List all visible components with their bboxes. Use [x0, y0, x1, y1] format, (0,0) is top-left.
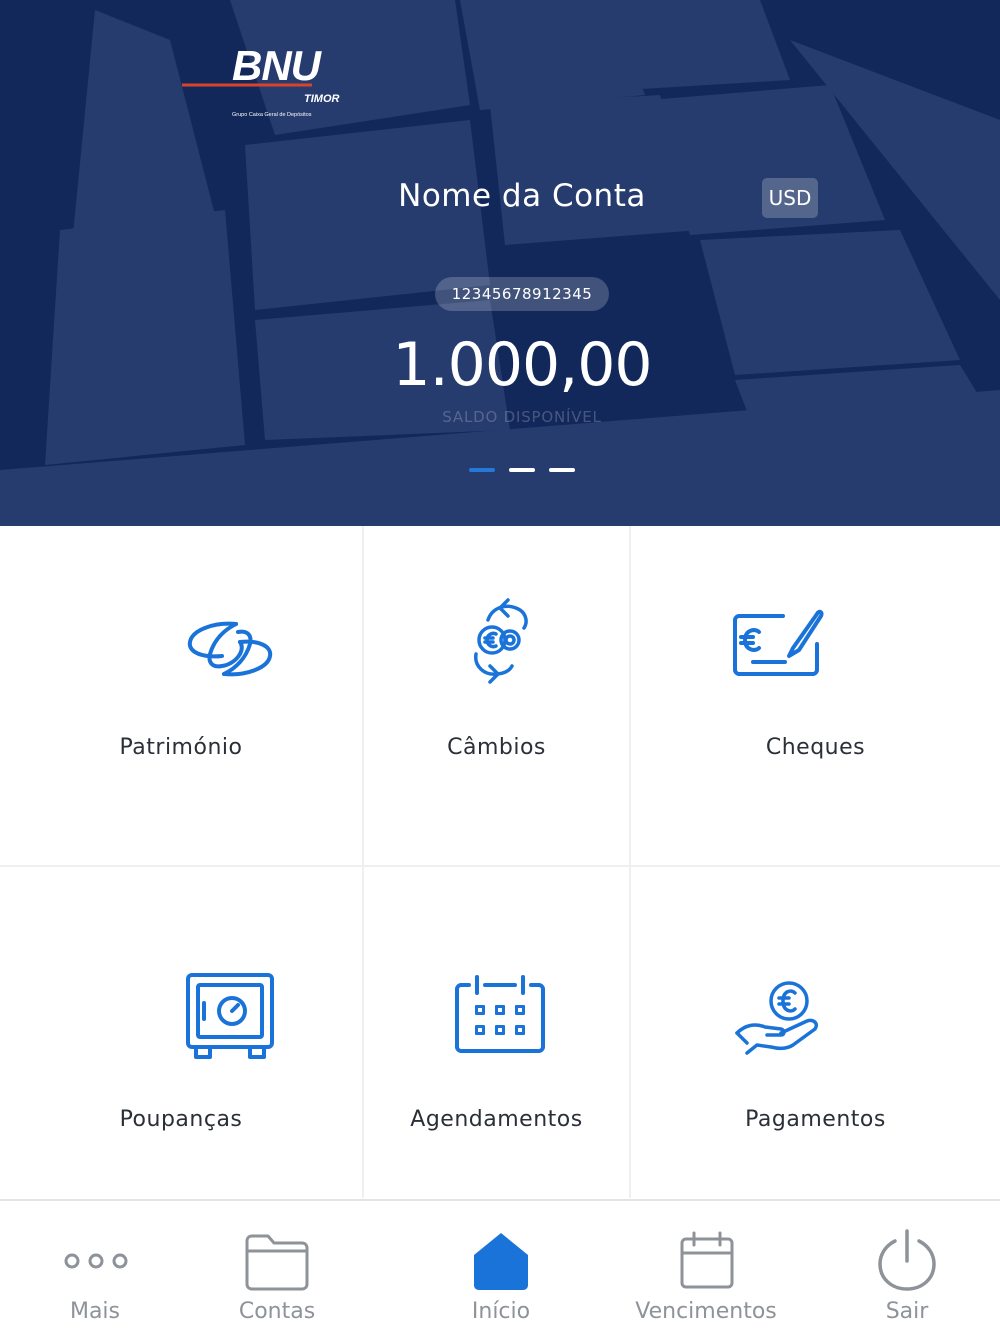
pager-dot[interactable]: [509, 468, 535, 472]
tile-label: Cheques: [765, 735, 866, 760]
quick-actions-grid: Património Câmbios Cheques Poupanças Age…: [0, 526, 1000, 1200]
tile-label: Poupanças: [119, 1107, 243, 1132]
tab-label: Mais: [69, 1299, 121, 1324]
bottom-tab-bar: Mais Contas Início Vencimentos Sair: [0, 1199, 1000, 1334]
account-carousel-pager[interactable]: [469, 468, 575, 472]
tile-pagamentos[interactable]: Pagamentos: [631, 867, 1000, 1198]
exchange-icon: [474, 598, 528, 684]
svg-text:TIMOR: TIMOR: [304, 93, 339, 105]
patrimony-icon: [187, 621, 273, 677]
tile-cheques[interactable]: Cheques: [631, 526, 1000, 865]
tab-label: Contas: [238, 1299, 316, 1324]
tab-label: Sair: [885, 1299, 929, 1324]
balance-label: SALDO DISPONÍVEL: [442, 408, 602, 426]
tile-label: Pagamentos: [745, 1107, 886, 1132]
account-name: Nome da Conta: [398, 178, 646, 214]
tile-cambios[interactable]: Câmbios: [364, 526, 629, 865]
tab-mais[interactable]: Mais: [30, 1201, 160, 1334]
pager-dot-active[interactable]: [469, 468, 495, 472]
folder-icon: [245, 1234, 309, 1291]
account-header[interactable]: BNU TIMOR Grupo Caixa Geral de Depósitos…: [0, 0, 1000, 526]
home-icon: [474, 1233, 528, 1290]
payment-hand-icon: [735, 981, 819, 1055]
ship-sails-background: [0, 0, 1000, 526]
svg-text:Grupo Caixa Geral de Depósitos: Grupo Caixa Geral de Depósitos: [232, 112, 312, 118]
tab-vencimentos[interactable]: Vencimentos: [626, 1201, 786, 1334]
currency-badge: USD: [762, 178, 818, 218]
tile-label: Câmbios: [447, 735, 546, 760]
available-balance: 1.000,00: [392, 330, 652, 400]
tab-sair[interactable]: Sair: [842, 1201, 972, 1334]
svg-text:BNU: BNU: [232, 42, 323, 89]
tab-contas[interactable]: Contas: [212, 1201, 342, 1334]
cheque-icon: [733, 609, 824, 676]
tile-patrimonio[interactable]: Património: [0, 526, 362, 865]
tile-poupancas[interactable]: Poupanças: [0, 867, 362, 1198]
tile-label: Património: [119, 735, 243, 760]
calendar-icon: [680, 1231, 734, 1289]
tab-label: Início: [471, 1299, 531, 1324]
account-number-pill: 12345678912345: [435, 277, 609, 311]
tile-label: Agendamentos: [410, 1107, 583, 1132]
tab-inicio[interactable]: Início: [436, 1201, 566, 1334]
more-dots-icon: [64, 1253, 128, 1269]
power-icon: [878, 1229, 936, 1291]
calendar-grid-icon: [455, 975, 545, 1053]
safe-icon: [186, 973, 274, 1059]
tab-label: Vencimentos: [635, 1299, 777, 1324]
tile-agendamentos[interactable]: Agendamentos: [364, 867, 629, 1198]
pager-dot[interactable]: [549, 468, 575, 472]
bnu-logo: BNU TIMOR Grupo Caixa Geral de Depósitos: [182, 42, 339, 118]
